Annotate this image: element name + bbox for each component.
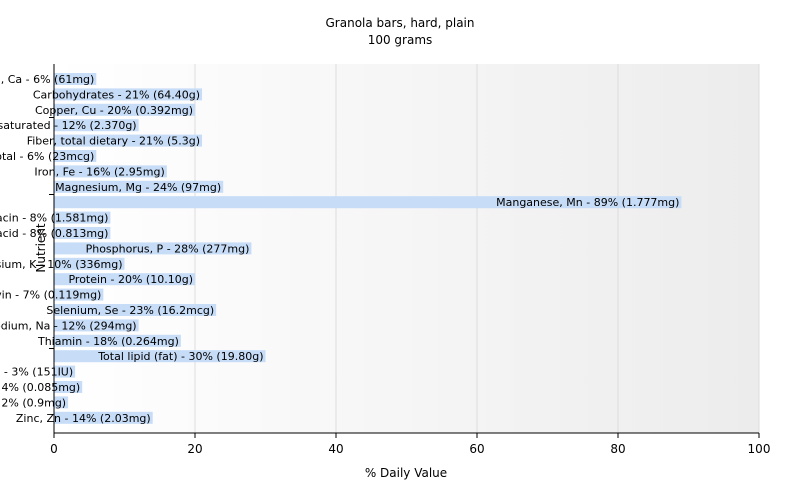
bar-label: Fatty acids, total saturated - 12% (2.37… — [0, 119, 137, 132]
bar-label: Vitamin A, IU - 3% (151IU) — [0, 366, 73, 379]
x-tick-label: 40 — [328, 442, 343, 456]
bar-label: Protein - 20% (10.10g) — [68, 273, 193, 286]
bar-label: Vitamin B-6 - 4% (0.085mg) — [0, 381, 80, 394]
bar-label: Zinc, Zn - 14% (2.03mg) — [16, 412, 151, 425]
bar-label: Phosphorus, P - 28% (277mg) — [86, 242, 250, 255]
chart-svg: Calcium, Ca - 6% (61mg) Carbohydrates - 2… — [0, 16, 771, 480]
bar-label: Manganese, Mn - 89% (1.777mg) — [496, 196, 679, 209]
chart: Calcium, Ca - 6% (61mg) Carbohydrates - 2… — [0, 0, 800, 500]
bar-label: Selenium, Se - 23% (16.2mcg) — [46, 304, 214, 317]
bar-label: Fiber, total dietary - 21% (5.3g) — [27, 135, 200, 148]
x-tick-label: 0 — [50, 442, 58, 456]
bar-label: Folate, total - 6% (23mcg) — [0, 150, 94, 163]
bar-label: Copper, Cu - 20% (0.392mg) — [35, 104, 193, 117]
bar-label: Vitamin C, total ascorbic acid - 2% (0.9… — [0, 396, 66, 409]
bar-label: Total lipid (fat) - 30% (19.80g) — [97, 350, 263, 363]
bar-label: Thiamin - 18% (0.264mg) — [37, 335, 179, 348]
bar-label: Sodium, Na - 12% (294mg) — [0, 319, 137, 332]
chart-subtitle: 100 grams — [368, 33, 433, 47]
x-tick-label: 80 — [610, 442, 625, 456]
bar-label: Carbohydrates - 21% (64.40g) — [33, 88, 200, 101]
bar-label: Calcium, Ca - 6% (61mg) — [0, 73, 94, 86]
chart-title: Granola bars, hard, plain — [326, 16, 475, 30]
x-tick-label: 100 — [748, 442, 771, 456]
bar-label: Magnesium, Mg - 24% (97mg) — [55, 181, 221, 194]
bar-label: Riboflavin - 7% (0.119mg) — [0, 289, 101, 302]
bar-label: Potassium, K - 10% (336mg) — [0, 258, 123, 271]
x-axis-title: % Daily Value — [365, 466, 447, 480]
x-tick-label: 60 — [469, 442, 484, 456]
x-tick-label: 20 — [187, 442, 202, 456]
y-axis-title: Nutrient — [34, 223, 48, 273]
